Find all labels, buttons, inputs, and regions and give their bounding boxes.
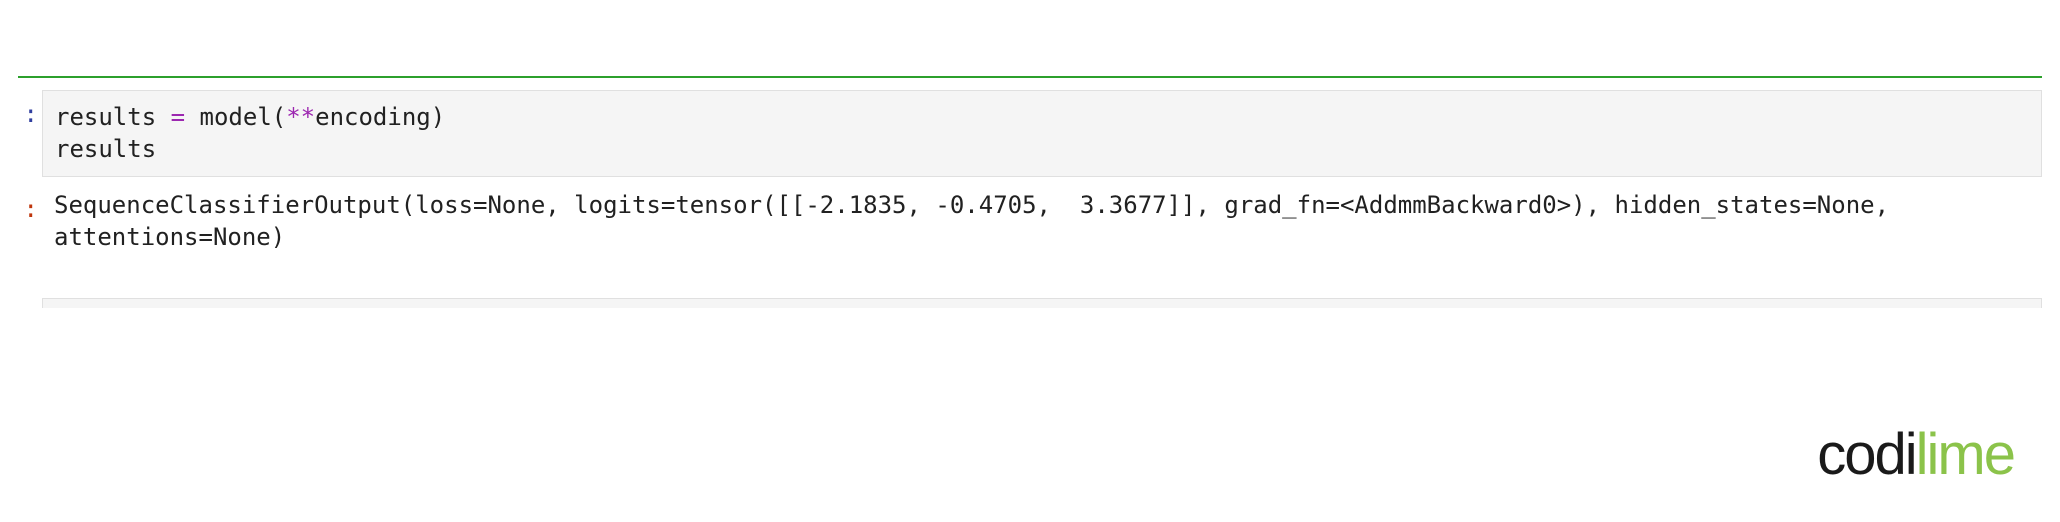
- cell-divider: [18, 76, 2042, 78]
- output-prompt: :: [18, 185, 42, 223]
- input-prompt: :: [18, 90, 42, 128]
- code-token: results: [55, 103, 156, 131]
- notebook-cells: : results = model(**encoding) results : …: [18, 90, 2042, 308]
- code-input[interactable]: results = model(**encoding) results: [42, 90, 2042, 177]
- code-token: **: [286, 103, 315, 131]
- output-text: SequenceClassifierOutput(loss=None, logi…: [42, 185, 2042, 258]
- brand-logo: codilime: [1817, 421, 2014, 488]
- input-cell-row: : results = model(**encoding) results: [18, 90, 2042, 177]
- code-token: =: [156, 103, 199, 131]
- code-token: ): [431, 103, 445, 131]
- logo-text-green: lime: [1916, 421, 2014, 488]
- next-cell-sliver[interactable]: [42, 298, 2042, 308]
- code-token: (: [272, 103, 286, 131]
- code-token: results: [55, 135, 156, 163]
- logo-text-dark: codi: [1817, 421, 1915, 488]
- code-token: encoding: [315, 103, 431, 131]
- code-token: model: [200, 103, 272, 131]
- output-cell-row: : SequenceClassifierOutput(loss=None, lo…: [18, 185, 2042, 258]
